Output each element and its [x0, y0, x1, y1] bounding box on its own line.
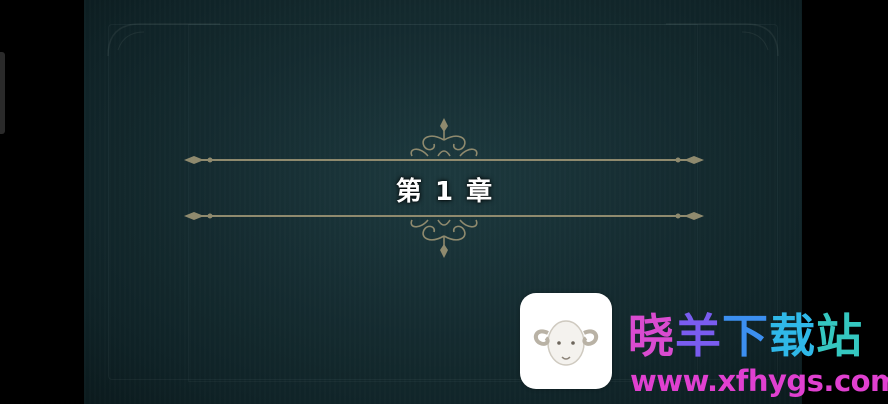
- corner-flourish-top-right: [666, 23, 779, 57]
- watermark-char: 站: [816, 309, 863, 363]
- watermark-char: 载: [769, 309, 816, 363]
- watermark-url: www.xfhygs.com: [630, 364, 888, 398]
- watermark-char: 羊: [675, 309, 722, 363]
- watermark-char: 晓: [628, 309, 675, 363]
- watermark-char: 下: [722, 309, 769, 363]
- corner-flourish-top-left: [107, 23, 220, 57]
- watermark-site-name: 晓羊下载站: [628, 308, 888, 364]
- chapter-title: 第 1 章: [395, 177, 495, 207]
- ram-head-icon: [520, 293, 612, 389]
- left-edge-handle: [0, 52, 5, 134]
